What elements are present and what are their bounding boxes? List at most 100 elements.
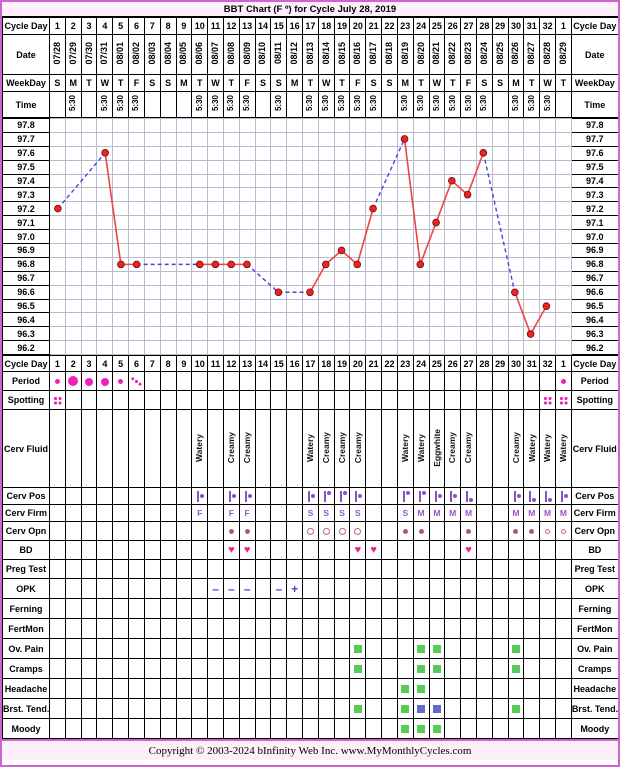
cerv-fluid-cell[interactable] bbox=[159, 409, 177, 489]
cerv-fluid-cell[interactable] bbox=[381, 409, 398, 489]
headache-cell[interactable] bbox=[64, 678, 82, 700]
cerv-pos-cell[interactable] bbox=[317, 487, 335, 506]
ov-pain-cell[interactable] bbox=[143, 638, 161, 660]
ferning-cell[interactable] bbox=[491, 598, 509, 620]
brst-tend-cell[interactable] bbox=[523, 698, 541, 720]
ov-pain-cell[interactable] bbox=[317, 638, 335, 660]
opk-cell[interactable] bbox=[491, 578, 509, 600]
ferning-cell[interactable] bbox=[222, 598, 240, 620]
cerv-pos-cell[interactable] bbox=[159, 487, 177, 506]
cerv-firm-cell[interactable]: M bbox=[428, 504, 446, 523]
cerv-fluid-cell[interactable]: Watery bbox=[191, 409, 209, 489]
cerv-pos-cell[interactable] bbox=[555, 487, 572, 506]
headache-cell[interactable] bbox=[365, 678, 383, 700]
cramps-cell[interactable] bbox=[475, 658, 493, 680]
spotting-cell[interactable] bbox=[381, 390, 398, 411]
cerv-firm-cell[interactable]: M bbox=[507, 504, 525, 523]
ov-pain-cell[interactable] bbox=[333, 638, 351, 660]
bd-cell[interactable] bbox=[159, 540, 177, 561]
period-cell[interactable] bbox=[444, 371, 462, 392]
ov-pain-cell[interactable] bbox=[286, 638, 303, 660]
ferning-cell[interactable] bbox=[191, 598, 209, 620]
ferning-cell[interactable] bbox=[365, 598, 383, 620]
brst-tend-cell[interactable] bbox=[491, 698, 509, 720]
cerv-fluid-cell[interactable]: Watery bbox=[555, 409, 572, 489]
ferning-cell[interactable] bbox=[96, 598, 114, 620]
cerv-fluid-cell[interactable] bbox=[112, 409, 130, 489]
period-cell[interactable] bbox=[128, 371, 145, 392]
headache-cell[interactable] bbox=[302, 678, 319, 700]
headache-cell[interactable] bbox=[539, 678, 556, 700]
bd-cell[interactable] bbox=[475, 540, 493, 561]
cerv-firm-cell[interactable]: M bbox=[444, 504, 462, 523]
opk-cell[interactable]: – bbox=[207, 578, 224, 600]
fertmon-cell[interactable] bbox=[238, 618, 256, 640]
headache-cell[interactable] bbox=[317, 678, 335, 700]
cerv-opn-cell[interactable] bbox=[207, 521, 224, 542]
headache-cell[interactable] bbox=[49, 678, 66, 700]
spotting-cell[interactable] bbox=[491, 390, 509, 411]
cerv-pos-cell[interactable] bbox=[207, 487, 224, 506]
preg-test-cell[interactable] bbox=[381, 559, 398, 580]
spotting-cell[interactable] bbox=[349, 390, 367, 411]
ferning-cell[interactable] bbox=[270, 598, 288, 620]
opk-cell[interactable] bbox=[539, 578, 556, 600]
preg-test-cell[interactable] bbox=[207, 559, 224, 580]
preg-test-cell[interactable] bbox=[128, 559, 145, 580]
spotting-cell[interactable] bbox=[286, 390, 303, 411]
spotting-cell[interactable] bbox=[475, 390, 493, 411]
ferning-cell[interactable] bbox=[460, 598, 477, 620]
ferning-cell[interactable] bbox=[302, 598, 319, 620]
ferning-cell[interactable] bbox=[64, 598, 82, 620]
cerv-opn-cell[interactable] bbox=[523, 521, 541, 542]
preg-test-cell[interactable] bbox=[143, 559, 161, 580]
cerv-opn-cell[interactable] bbox=[539, 521, 556, 542]
cerv-firm-cell[interactable]: S bbox=[317, 504, 335, 523]
spotting-cell[interactable] bbox=[207, 390, 224, 411]
fertmon-cell[interactable] bbox=[381, 618, 398, 640]
cramps-cell[interactable] bbox=[112, 658, 130, 680]
cramps-cell[interactable] bbox=[381, 658, 398, 680]
cerv-opn-cell[interactable] bbox=[396, 521, 414, 542]
bd-cell[interactable] bbox=[191, 540, 209, 561]
ferning-cell[interactable] bbox=[555, 598, 572, 620]
cramps-cell[interactable] bbox=[539, 658, 556, 680]
headache-cell[interactable] bbox=[128, 678, 145, 700]
cerv-fluid-cell[interactable] bbox=[49, 409, 66, 489]
bd-cell[interactable] bbox=[254, 540, 272, 561]
brst-tend-cell[interactable] bbox=[175, 698, 193, 720]
bd-cell[interactable] bbox=[396, 540, 414, 561]
period-cell[interactable] bbox=[112, 371, 130, 392]
headache-cell[interactable] bbox=[475, 678, 493, 700]
moody-cell[interactable] bbox=[175, 718, 193, 740]
spotting-cell[interactable] bbox=[333, 390, 351, 411]
moody-cell[interactable] bbox=[143, 718, 161, 740]
cerv-pos-cell[interactable] bbox=[175, 487, 193, 506]
cramps-cell[interactable] bbox=[175, 658, 193, 680]
fertmon-cell[interactable] bbox=[539, 618, 556, 640]
preg-test-cell[interactable] bbox=[539, 559, 556, 580]
cerv-firm-cell[interactable]: M bbox=[523, 504, 541, 523]
period-cell[interactable] bbox=[49, 371, 66, 392]
cerv-fluid-cell[interactable] bbox=[64, 409, 82, 489]
ferning-cell[interactable] bbox=[80, 598, 98, 620]
preg-test-cell[interactable] bbox=[523, 559, 541, 580]
cerv-fluid-cell[interactable]: Watery bbox=[302, 409, 319, 489]
cerv-opn-cell[interactable] bbox=[460, 521, 477, 542]
cramps-cell[interactable] bbox=[333, 658, 351, 680]
moody-cell[interactable] bbox=[49, 718, 66, 740]
opk-cell[interactable] bbox=[254, 578, 272, 600]
cerv-opn-cell[interactable] bbox=[475, 521, 493, 542]
ferning-cell[interactable] bbox=[112, 598, 130, 620]
brst-tend-cell[interactable] bbox=[333, 698, 351, 720]
moody-cell[interactable] bbox=[317, 718, 335, 740]
ov-pain-cell[interactable] bbox=[507, 638, 525, 660]
cerv-opn-cell[interactable] bbox=[365, 521, 383, 542]
preg-test-cell[interactable] bbox=[64, 559, 82, 580]
preg-test-cell[interactable] bbox=[191, 559, 209, 580]
bd-cell[interactable]: ♥ bbox=[222, 540, 240, 561]
cerv-opn-cell[interactable] bbox=[64, 521, 82, 542]
bd-cell[interactable] bbox=[507, 540, 525, 561]
spotting-cell[interactable] bbox=[143, 390, 161, 411]
ov-pain-cell[interactable] bbox=[191, 638, 209, 660]
